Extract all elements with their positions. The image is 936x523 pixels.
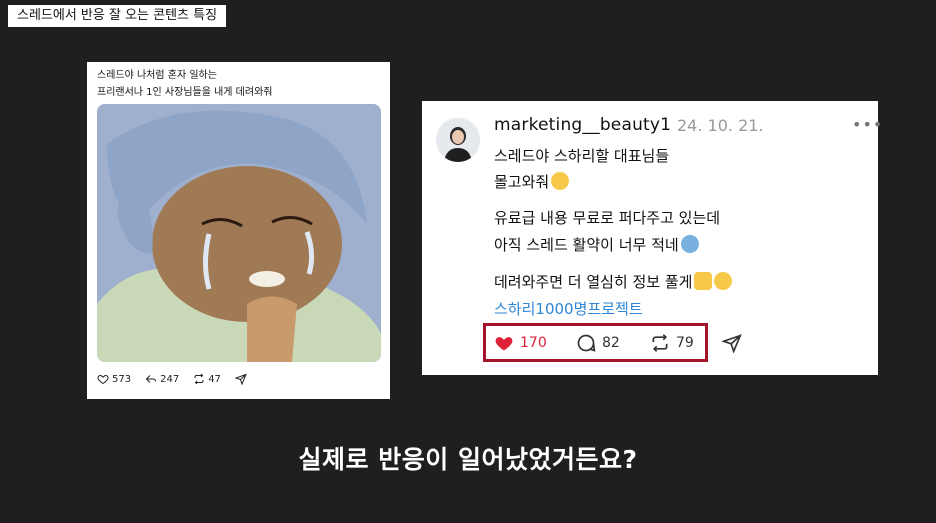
reply-arrow-icon — [145, 375, 157, 383]
post-text-line4: 아직 스레드 활약이 너무 적네 — [494, 236, 679, 254]
left-repost-button[interactable]: 47 — [193, 373, 221, 385]
send-icon[interactable] — [722, 333, 742, 353]
avatar-image — [436, 118, 480, 162]
repost-icon — [194, 373, 204, 385]
reply-count: 82 — [602, 335, 620, 351]
username[interactable]: marketing__beauty1 — [494, 115, 671, 135]
caption-subtitle: 실제로 반응이 일어났었거든요? — [298, 445, 638, 474]
left-post-actions: 573 247 47 — [97, 373, 264, 385]
left-post-text-line2: 프리랜서나 1인 사장님들을 내게 데려와줘 — [97, 87, 273, 98]
send-icon — [234, 373, 247, 385]
left-post-text-line1: 스레드야 나처럼 혼자 일하는 — [97, 70, 217, 81]
crying-grandma-illustration-svg — [97, 104, 381, 362]
like-button[interactable]: 170 — [494, 333, 547, 353]
raising-hands-icon — [694, 272, 713, 290]
more-options-icon[interactable]: ••• — [852, 115, 883, 134]
comment-bubble-icon — [577, 334, 596, 352]
like-count: 170 — [520, 335, 547, 351]
heart-filled-icon — [495, 337, 513, 351]
loudly-crying-face-icon — [551, 172, 570, 190]
post-date: 24. 10. 21. — [677, 116, 764, 135]
right-post-card: marketing__beauty1 24. 10. 21. ••• 스레드야 … — [422, 101, 882, 375]
crying-grandma-illustration — [97, 104, 381, 362]
hashtag-link[interactable]: 스하리1000명프로젝트 — [494, 298, 643, 319]
left-post-card: 스레드야 나처럼 혼자 일하는 프리랜서나 1인 사장님들을 내게 데려와줘 5… — [87, 62, 390, 399]
post-text-line5-wrap: 데려와주면 더 열심히 정보 풀게 — [494, 271, 733, 292]
left-like-button[interactable]: 573 — [97, 373, 131, 385]
left-reply-button[interactable]: 247 — [145, 373, 179, 385]
repost-button[interactable]: 79 — [650, 333, 694, 353]
left-like-count: 573 — [112, 373, 132, 385]
repost-icon — [652, 334, 668, 352]
slide-title: 스레드에서 반응 잘 오는 콘텐츠 특징 — [8, 5, 227, 27]
avatar[interactable] — [436, 118, 480, 162]
post-text-line4-wrap: 아직 스레드 활약이 너무 적네 — [494, 234, 699, 255]
heart-icon — [97, 374, 109, 385]
repost-count: 79 — [676, 335, 694, 351]
post-text-line1: 스레드야 스하리할 대표님들 — [494, 147, 670, 165]
left-reply-count: 247 — [160, 373, 180, 385]
heart-eyes-face-icon — [714, 272, 733, 290]
left-share-button[interactable] — [234, 373, 250, 385]
post-text-line5: 데려와주면 더 열심히 정보 풀게 — [494, 273, 693, 291]
post-text-line2-wrap: 몰고와줘 — [494, 171, 570, 192]
reply-button[interactable]: 82 — [576, 333, 620, 353]
left-repost-count: 47 — [208, 373, 221, 385]
post-text-line2: 몰고와줘 — [494, 173, 550, 191]
screaming-face-icon — [680, 235, 699, 253]
post-text-line3: 유료급 내용 무료로 퍼다주고 있는데 — [494, 209, 721, 227]
